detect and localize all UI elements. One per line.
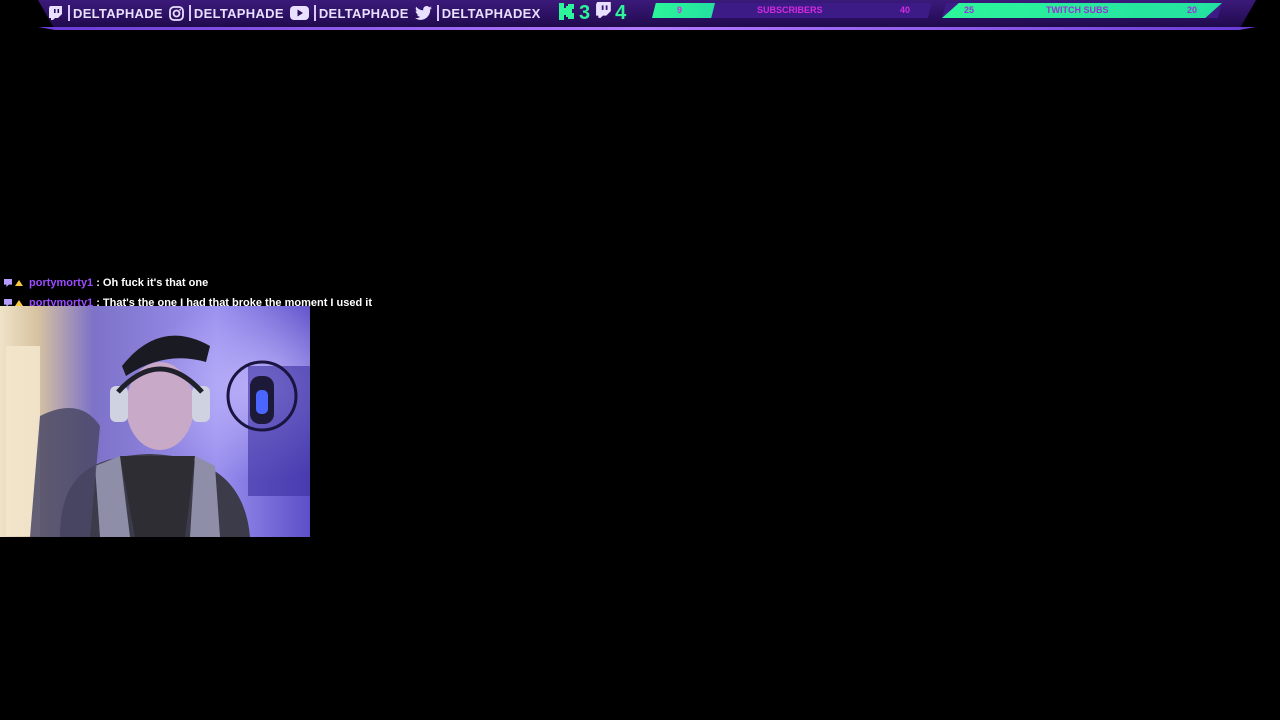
twitter-icon (415, 5, 433, 21)
social-handles: DELTAPHADE DELTAPHADE DELTAPHADE DELTAPH… (48, 3, 547, 23)
twitch-subs-goal-label: TWITCH SUBS (1046, 5, 1109, 15)
chat-message: portymorty1 : Oh fuck it's that one (4, 273, 372, 293)
chat-badges (4, 279, 23, 287)
divider (68, 5, 70, 21)
divider (313, 5, 316, 21)
social-twitch: DELTAPHADE (48, 3, 169, 23)
viewer-counters: 3 4 (558, 2, 632, 24)
youtube-icon (290, 5, 310, 21)
twitch-icon (596, 2, 612, 24)
subscribers-goal-target: 40 (900, 5, 911, 15)
twitch-subs-goal-current: 25 (964, 5, 975, 15)
webcam-image (0, 306, 310, 537)
twitch-viewer-count: 4 (615, 2, 627, 24)
twitter-handle: DELTAPHADEX (441, 5, 541, 21)
subscribers-goal-current: 9 (677, 5, 683, 15)
chat-username: portymorty1 (29, 277, 94, 289)
webcam-feed (0, 306, 310, 537)
topbar-glow-edge (38, 27, 1256, 30)
subscribers-goal-label: SUBSCRIBERS (757, 5, 823, 15)
twitch-badge-icon (4, 279, 12, 287)
kick-viewer-count: 3 (579, 2, 591, 24)
social-instagram: DELTAPHADE (169, 3, 290, 23)
instagram-handle: DELTAPHADE (193, 5, 284, 21)
divider (436, 5, 439, 21)
divider (188, 5, 191, 21)
twitch-icon (48, 5, 64, 21)
twitch-handle: DELTAPHADE (73, 5, 163, 21)
youtube-handle: DELTAPHADE (318, 5, 409, 21)
subscribers-goal-fill (652, 3, 715, 18)
twitch-subs-goal-target: 20 (1187, 5, 1198, 15)
rank-badge-icon (15, 280, 23, 286)
instagram-icon (169, 5, 185, 21)
kick-icon (558, 2, 576, 25)
chat-text: : Oh fuck it's that one (96, 277, 209, 289)
social-youtube: DELTAPHADE (290, 3, 415, 23)
social-twitter: DELTAPHADEX (415, 3, 547, 23)
